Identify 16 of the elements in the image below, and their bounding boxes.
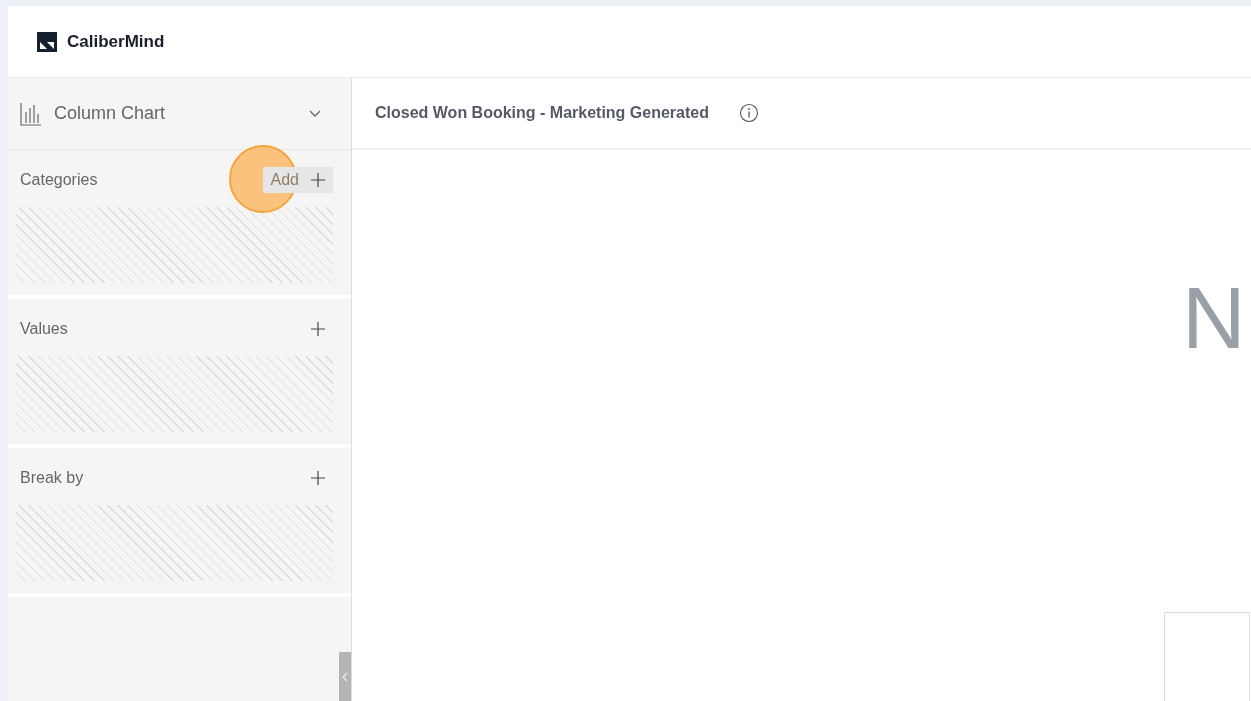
brand-name: CaliberMind <box>67 31 165 52</box>
add-button[interactable]: Add <box>262 166 333 193</box>
widget-title: Closed Won Booking - Marketing Generated <box>375 104 709 122</box>
logo-icon <box>37 31 57 52</box>
column-chart-icon <box>20 101 42 126</box>
section-title: Categories <box>20 170 98 189</box>
section-title: Break by <box>20 468 84 487</box>
chart-type-select[interactable]: Column Chart <box>54 103 297 124</box>
plus-icon <box>311 172 325 187</box>
collapse-handle[interactable] <box>339 652 351 701</box>
plus-icon <box>311 470 325 485</box>
chart-message-text: N <box>1182 274 1246 362</box>
section-title: Values <box>20 319 68 338</box>
info-icon[interactable] <box>738 103 759 123</box>
plus-icon <box>311 321 325 336</box>
chevron-down-icon[interactable] <box>309 109 321 118</box>
